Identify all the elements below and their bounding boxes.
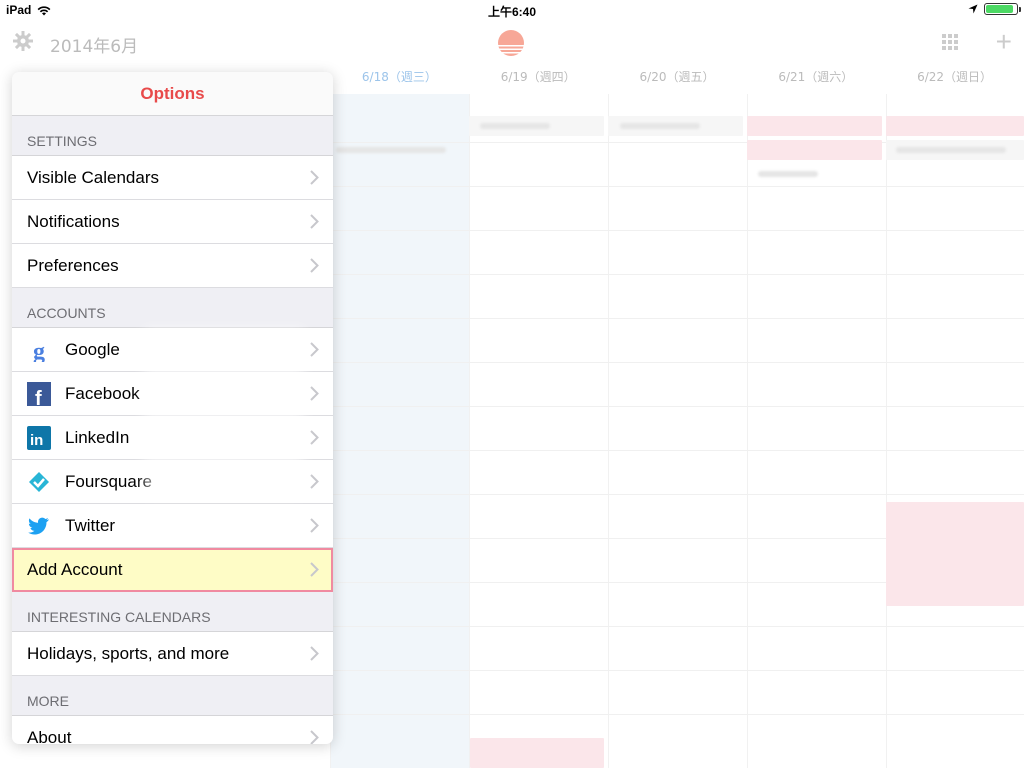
account-name: Facebook xyxy=(65,383,140,403)
event[interactable] xyxy=(747,140,882,160)
notifications-row[interactable]: Notifications xyxy=(12,200,333,244)
svg-text:in: in xyxy=(30,432,43,449)
section-header-settings: SETTINGS xyxy=(12,116,333,156)
day-header[interactable]: 6/19（週四） xyxy=(469,68,608,94)
about-row[interactable]: About xyxy=(12,716,333,744)
chevron-right-icon xyxy=(310,430,319,445)
event-text xyxy=(336,147,446,153)
row-label: Preferences xyxy=(27,255,119,275)
chevron-right-icon xyxy=(310,518,319,533)
popover-title: Options xyxy=(12,72,333,116)
event[interactable] xyxy=(886,116,1024,136)
account-name: Foursquare xyxy=(65,471,152,491)
hour-line xyxy=(330,626,1024,627)
calendar-toolbar: 2014年6月 + xyxy=(0,20,1024,66)
chevron-right-icon xyxy=(310,170,319,185)
section-header-accounts: ACCOUNTS xyxy=(12,288,333,328)
account-name: LinkedIn xyxy=(65,427,130,447)
gear-icon[interactable] xyxy=(12,30,34,52)
status-bar: iPad 上午6:40 xyxy=(0,0,1024,20)
account-row-foursquare[interactable]: Foursquare xyxy=(12,460,333,504)
row-label: About xyxy=(27,727,72,745)
account-row-twitter[interactable]: Twitter xyxy=(12,504,333,548)
sunrise-logo-icon[interactable] xyxy=(497,29,525,57)
account-name: Google xyxy=(65,339,120,359)
hour-line xyxy=(330,186,1024,187)
chevron-right-icon xyxy=(310,386,319,401)
event-text xyxy=(480,123,550,129)
day-column[interactable] xyxy=(886,94,1024,768)
hour-line xyxy=(330,406,1024,407)
day-header[interactable]: 6/21（週六） xyxy=(746,68,885,94)
twitter-icon xyxy=(28,517,49,535)
day-headers: 6/18（週三） 6/19（週四） 6/20（週五） 6/21（週六） 6/22… xyxy=(330,68,1024,94)
event-text xyxy=(896,147,1006,153)
section-header-interesting: INTERESTING CALENDARS xyxy=(12,592,333,632)
holidays-row[interactable]: Holidays, sports, and more xyxy=(12,632,333,676)
chevron-right-icon xyxy=(310,342,319,357)
hour-line xyxy=(330,318,1024,319)
facebook-icon: f xyxy=(27,382,51,406)
account-row-google[interactable]: g Google xyxy=(12,328,333,372)
chevron-right-icon xyxy=(310,562,319,577)
day-column[interactable] xyxy=(330,94,469,768)
svg-text:f: f xyxy=(35,388,42,406)
grid-view-icon[interactable] xyxy=(942,34,958,50)
chevron-right-icon xyxy=(310,730,319,744)
hour-line xyxy=(330,494,1024,495)
visible-calendars-row[interactable]: Visible Calendars xyxy=(12,156,333,200)
row-label: Add Account xyxy=(27,559,123,579)
event[interactable] xyxy=(470,738,604,768)
status-time: 上午6:40 xyxy=(487,5,537,19)
event-text xyxy=(620,123,700,129)
chevron-right-icon xyxy=(310,214,319,229)
account-row-facebook[interactable]: f Facebook xyxy=(12,372,333,416)
battery-level xyxy=(986,5,1013,13)
preferences-row[interactable]: Preferences xyxy=(12,244,333,288)
day-column[interactable] xyxy=(747,94,886,768)
day-column[interactable] xyxy=(469,94,608,768)
hour-line xyxy=(330,450,1024,451)
linkedin-icon: in xyxy=(27,426,51,450)
account-name: Twitter xyxy=(65,515,116,535)
hour-line xyxy=(330,274,1024,275)
chevron-right-icon xyxy=(310,474,319,489)
hour-line xyxy=(330,362,1024,363)
chevron-right-icon xyxy=(310,646,319,661)
location-arrow-icon xyxy=(968,4,978,14)
account-row-linkedin[interactable]: in LinkedIn xyxy=(12,416,333,460)
row-label: Holidays, sports, and more xyxy=(27,643,230,663)
day-column[interactable] xyxy=(608,94,747,768)
hour-line xyxy=(330,670,1024,671)
battery-icon xyxy=(984,3,1021,15)
foursquare-icon xyxy=(29,472,49,492)
event[interactable] xyxy=(886,502,1024,606)
hour-line xyxy=(330,714,1024,715)
event[interactable] xyxy=(747,116,882,136)
google-icon: g xyxy=(33,339,45,362)
month-title: 2014年6月 xyxy=(50,37,139,57)
add-event-icon[interactable]: + xyxy=(996,28,1012,56)
day-header[interactable]: 6/20（週五） xyxy=(608,68,747,94)
add-account-row[interactable]: Add Account xyxy=(12,548,333,592)
calendar-grid[interactable] xyxy=(330,94,1024,768)
row-label: Notifications xyxy=(27,211,120,231)
event-text xyxy=(758,171,818,177)
time-column xyxy=(0,94,12,768)
row-label: Visible Calendars xyxy=(27,167,159,187)
chevron-right-icon xyxy=(310,258,319,273)
day-header[interactable]: 6/18（週三） xyxy=(330,68,469,94)
section-header-more: MORE xyxy=(12,676,333,716)
options-popover: Options SETTINGS Visible Calendars Notif… xyxy=(12,72,333,744)
day-header[interactable]: 6/22（週日） xyxy=(885,68,1024,94)
hour-line xyxy=(330,230,1024,231)
svg-text:g: g xyxy=(33,339,45,362)
